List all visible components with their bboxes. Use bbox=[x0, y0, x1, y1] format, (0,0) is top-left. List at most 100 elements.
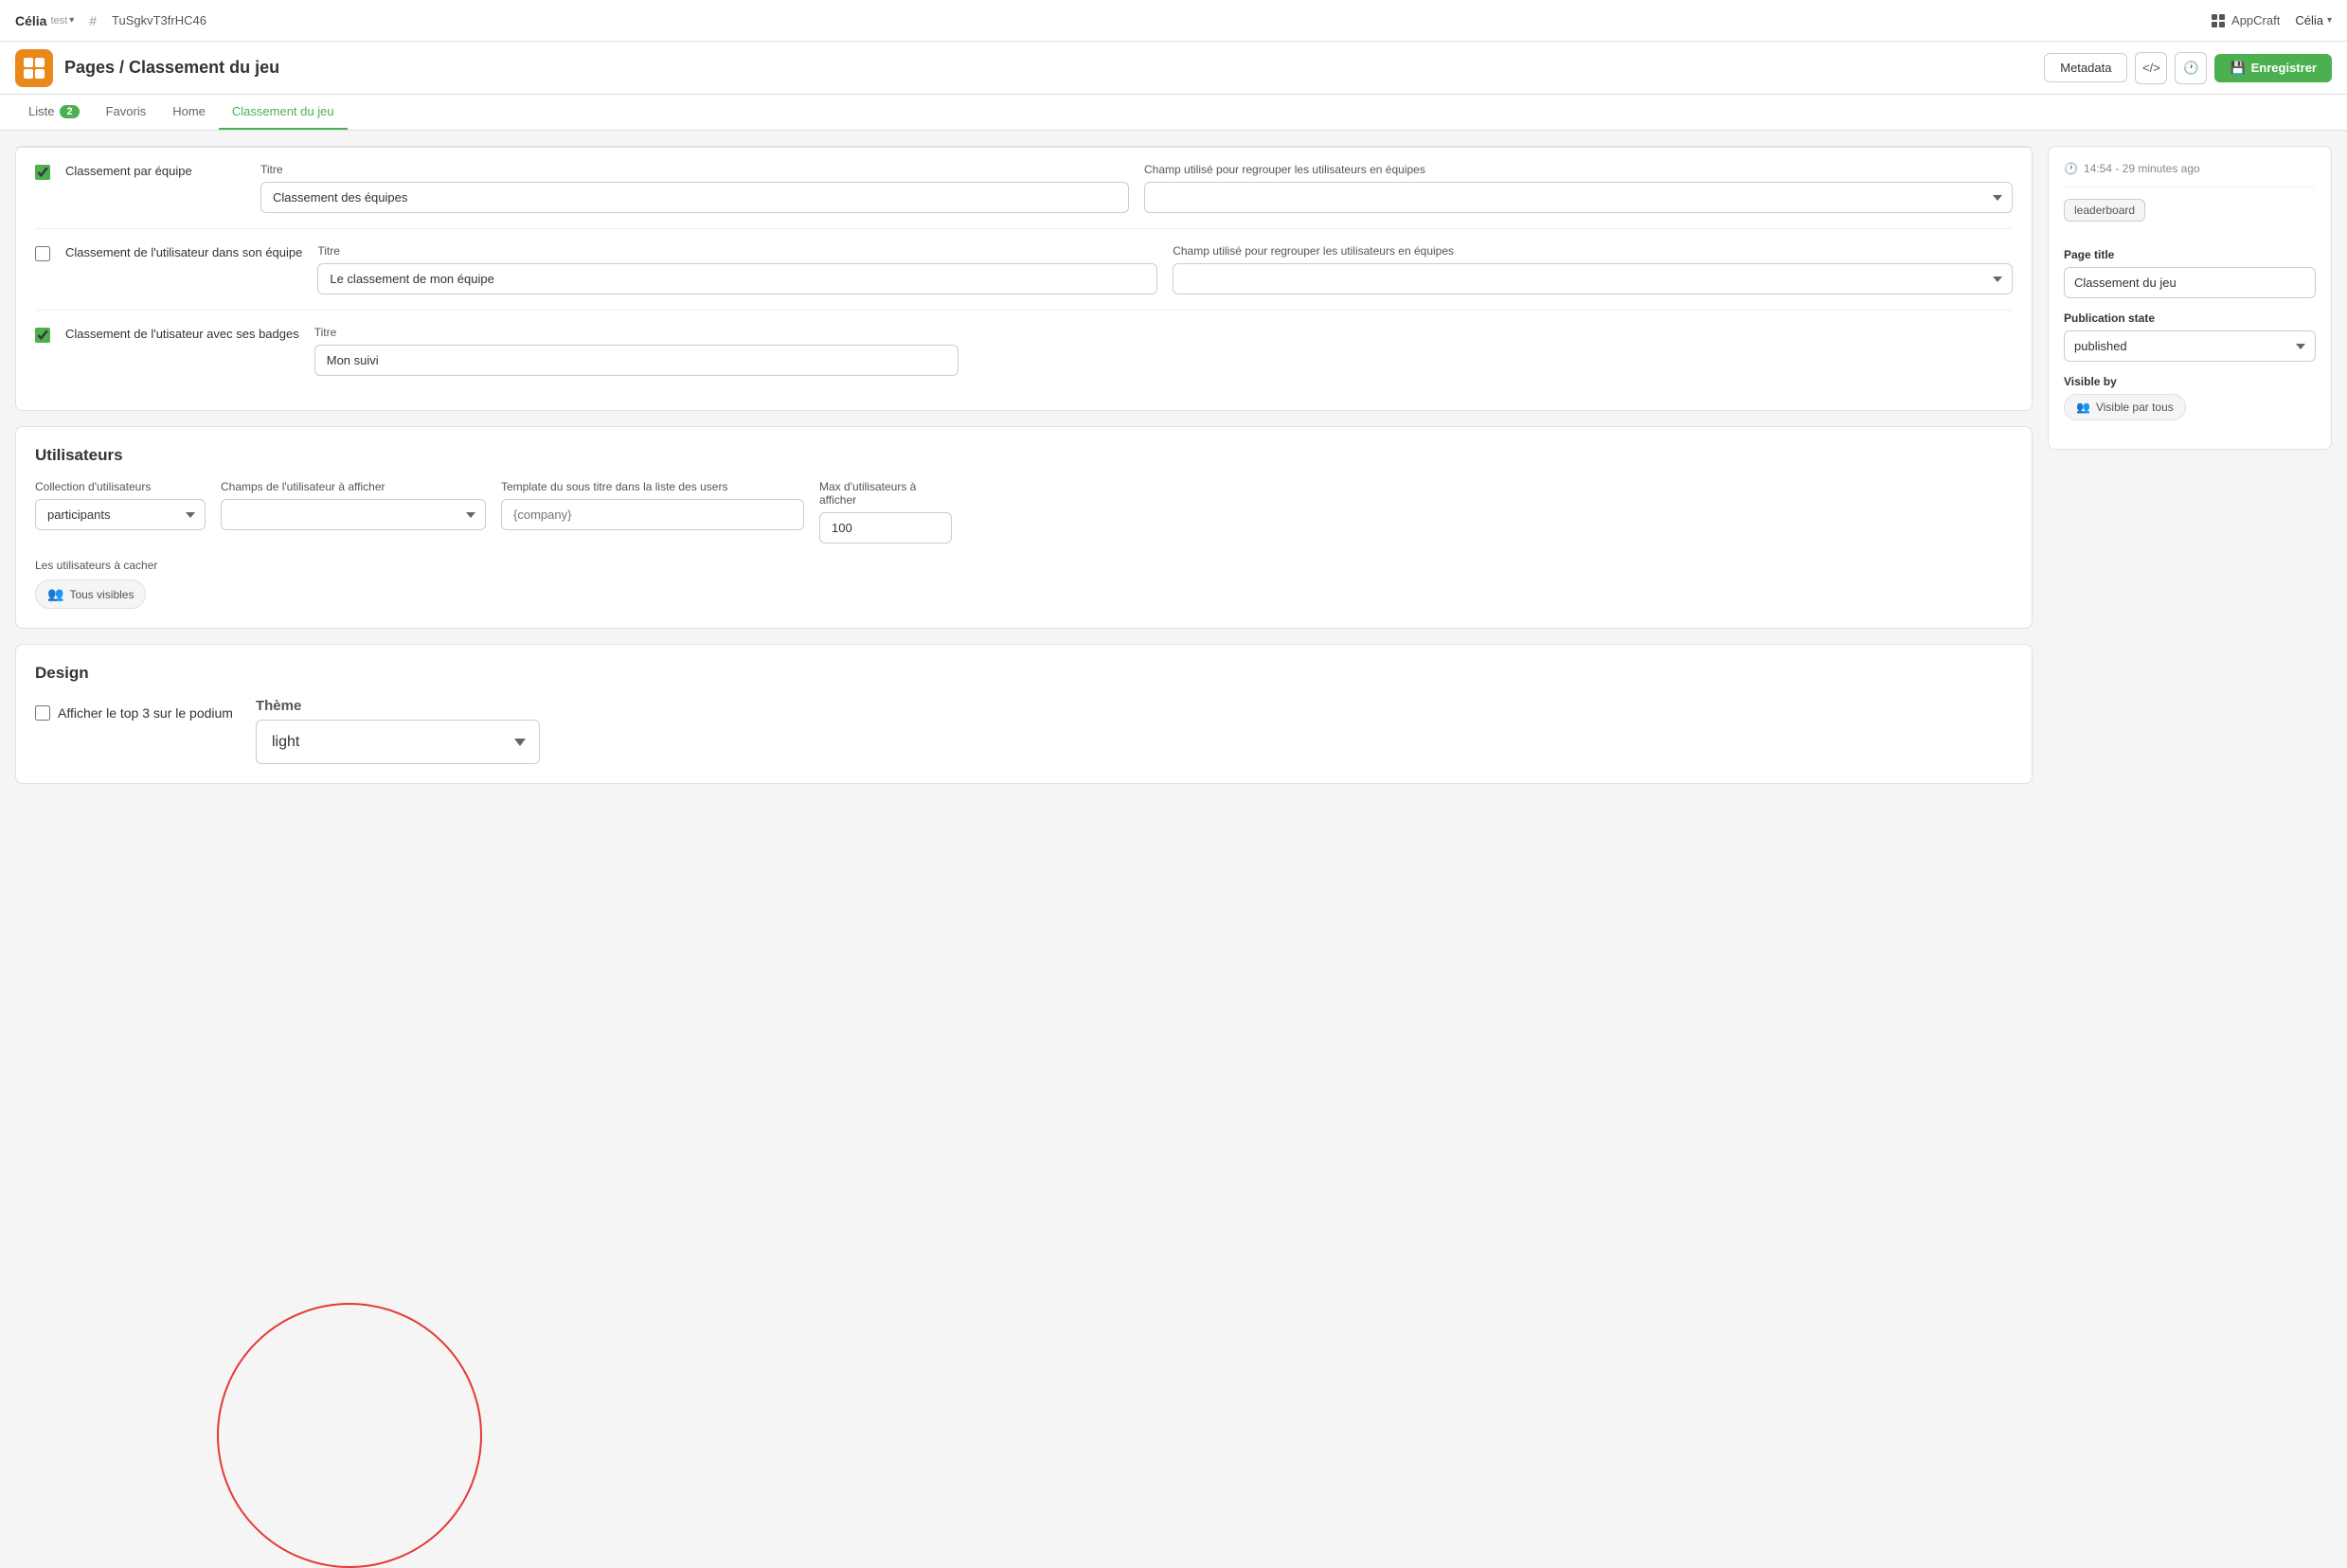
collection-select[interactable]: participants bbox=[35, 499, 206, 530]
sidebar-timestamp: 🕐 14:54 - 29 minutes ago bbox=[2064, 162, 2316, 187]
clock-icon: 🕐 bbox=[2064, 162, 2078, 175]
code-icon: </> bbox=[2142, 61, 2160, 75]
appcraft-logo: AppCraft bbox=[2211, 13, 2280, 28]
champ-equipe-select[interactable] bbox=[1144, 182, 2013, 213]
tab-classement-label: Classement du jeu bbox=[232, 104, 334, 118]
cacher-badge[interactable]: 👥 Tous visibles bbox=[35, 579, 146, 609]
cacher-section: Les utilisateurs à cacher 👥 Tous visible… bbox=[35, 559, 2013, 609]
design-card: Design Afficher le top 3 sur le podium T… bbox=[15, 644, 2033, 784]
podium-label: Afficher le top 3 sur le podium bbox=[58, 705, 233, 721]
circle-annotation bbox=[217, 1303, 482, 1568]
tab-home[interactable]: Home bbox=[159, 95, 219, 130]
titre-user-equipe-input[interactable] bbox=[317, 263, 1157, 294]
design-title: Design bbox=[35, 664, 2013, 683]
user-role: test bbox=[50, 15, 67, 27]
hash-separator: # bbox=[89, 13, 97, 28]
classement-row-equipe: Classement par équipe Titre Champ utilis… bbox=[35, 163, 2013, 229]
champs-label: Champs de l'utilisateur à afficher bbox=[221, 480, 486, 493]
project-id: TuSgkvT3frHC46 bbox=[112, 13, 206, 27]
history-icon: 🕐 bbox=[2183, 61, 2199, 76]
checkbox-badges[interactable] bbox=[35, 328, 50, 343]
theme-select[interactable]: light dark custom bbox=[256, 720, 540, 764]
page-title-field: Page title bbox=[2064, 248, 2316, 298]
utilisateurs-form-row: Collection d'utilisateurs participants C… bbox=[35, 480, 2013, 543]
collection-label: Collection d'utilisateurs bbox=[35, 480, 206, 493]
theme-select-wrapper: light dark custom bbox=[256, 720, 540, 764]
tab-classement[interactable]: Classement du jeu bbox=[219, 95, 348, 130]
design-row: Afficher le top 3 sur le podium Thème li… bbox=[35, 698, 2013, 764]
podium-checkbox[interactable] bbox=[35, 705, 50, 721]
label-user-equipe: Classement de l'utilisateur dans son équ… bbox=[65, 244, 302, 261]
user-chevron-icon: ▾ bbox=[69, 15, 74, 26]
header-bar: Pages / Classement du jeu Metadata </> 🕐… bbox=[0, 42, 2347, 95]
collection-group: Collection d'utilisateurs participants bbox=[35, 480, 206, 543]
cacher-badge-label: Tous visibles bbox=[69, 588, 134, 601]
visible-by-badge[interactable]: 👥 Visible par tous bbox=[2064, 394, 2186, 420]
max-group: Max d'utilisateurs à afficher bbox=[819, 480, 952, 543]
label-equipe: Classement par équipe bbox=[65, 163, 245, 180]
appcraft-icon bbox=[2211, 13, 2226, 28]
page-breadcrumb: Pages / Classement du jeu bbox=[64, 58, 279, 78]
publication-select[interactable]: published draft bbox=[2064, 330, 2316, 362]
titre-user-equipe-label: Titre bbox=[317, 244, 1157, 258]
classement-row-user-equipe: Classement de l'utilisateur dans son équ… bbox=[35, 244, 2013, 311]
champ-user-equipe-select[interactable] bbox=[1173, 263, 2013, 294]
champ-equipe-label: Champ utilisé pour regrouper les utilisa… bbox=[1144, 163, 2013, 176]
max-label: Max d'utilisateurs à afficher bbox=[819, 480, 952, 507]
theme-group: Thème light dark custom bbox=[256, 698, 540, 764]
theme-label: Thème bbox=[256, 698, 540, 714]
tab-liste-label: Liste bbox=[28, 104, 54, 118]
utilisateurs-title: Utilisateurs bbox=[35, 446, 2013, 465]
template-input[interactable] bbox=[501, 499, 804, 530]
champs-group: Champs de l'utilisateur à afficher bbox=[221, 480, 486, 543]
classement-row-badges: Classement de l'utisateur avec ses badge… bbox=[35, 326, 2013, 391]
tab-liste-badge: 2 bbox=[60, 105, 79, 118]
sidebar-card: 🕐 14:54 - 29 minutes ago leaderboard Pag… bbox=[2048, 146, 2332, 450]
visible-by-label: Visible by bbox=[2064, 375, 2316, 388]
champs-select[interactable] bbox=[221, 499, 486, 530]
tab-favoris-label: Favoris bbox=[106, 104, 147, 118]
titre-equipe-input[interactable] bbox=[260, 182, 1129, 213]
tab-home-label: Home bbox=[172, 104, 206, 118]
cacher-label: Les utilisateurs à cacher bbox=[35, 559, 2013, 572]
publication-label: Publication state bbox=[2064, 312, 2316, 325]
history-button[interactable]: 🕐 bbox=[2175, 52, 2207, 84]
leaderboard-badge: leaderboard bbox=[2064, 199, 2145, 222]
classements-card: Classement par équipe Titre Champ utilis… bbox=[15, 146, 2033, 411]
champ-user-equipe-label: Champ utilisé pour regrouper les utilisa… bbox=[1173, 244, 2013, 258]
topbar-user-label: Célia bbox=[2295, 13, 2323, 27]
code-button[interactable]: </> bbox=[2135, 52, 2167, 84]
label-badges: Classement de l'utisateur avec ses badge… bbox=[65, 326, 299, 343]
sidebar-right: 🕐 14:54 - 29 minutes ago leaderboard Pag… bbox=[2048, 146, 2332, 1451]
topbar-user-chevron-icon: ▾ bbox=[2327, 15, 2332, 26]
checkbox-equipe[interactable] bbox=[35, 165, 50, 180]
checkbox-user-equipe[interactable] bbox=[35, 246, 50, 261]
max-input[interactable] bbox=[819, 512, 952, 543]
save-button[interactable]: 💾 Enregistrer bbox=[2214, 54, 2332, 82]
user-menu[interactable]: Célia test ▾ bbox=[15, 13, 74, 28]
titre-equipe-label: Titre bbox=[260, 163, 1129, 176]
save-icon: 💾 bbox=[2230, 61, 2245, 76]
template-group: Template du sous titre dans la liste des… bbox=[501, 480, 804, 543]
page-title-input[interactable] bbox=[2064, 267, 2316, 298]
page-title-field-label: Page title bbox=[2064, 248, 2316, 261]
topbar: Célia test ▾ # TuSgkvT3frHC46 AppCraft C… bbox=[0, 0, 2347, 42]
titre-badges-input[interactable] bbox=[314, 345, 959, 376]
main-layout: Classement par équipe Titre Champ utilis… bbox=[0, 131, 2347, 1466]
publication-field: Publication state published draft bbox=[2064, 312, 2316, 362]
app-icon bbox=[15, 49, 53, 87]
metadata-button[interactable]: Metadata bbox=[2044, 53, 2127, 82]
visible-by-badge-label: Visible par tous bbox=[2096, 401, 2174, 414]
tab-liste[interactable]: Liste 2 bbox=[15, 95, 93, 130]
appcraft-label: AppCraft bbox=[2231, 13, 2280, 27]
username-label: Célia bbox=[15, 13, 46, 28]
cacher-icon: 👥 bbox=[47, 586, 63, 602]
tab-favoris[interactable]: Favoris bbox=[93, 95, 160, 130]
titre-badges-label: Titre bbox=[314, 326, 959, 339]
visible-icon: 👥 bbox=[2076, 401, 2090, 414]
utilisateurs-card: Utilisateurs Collection d'utilisateurs p… bbox=[15, 426, 2033, 629]
visible-by-field: Visible by 👥 Visible par tous bbox=[2064, 375, 2316, 420]
tabs-bar: Liste 2 Favoris Home Classement du jeu bbox=[0, 95, 2347, 131]
content-area: Classement par équipe Titre Champ utilis… bbox=[15, 146, 2033, 1451]
topbar-user-menu[interactable]: Célia ▾ bbox=[2295, 13, 2332, 27]
